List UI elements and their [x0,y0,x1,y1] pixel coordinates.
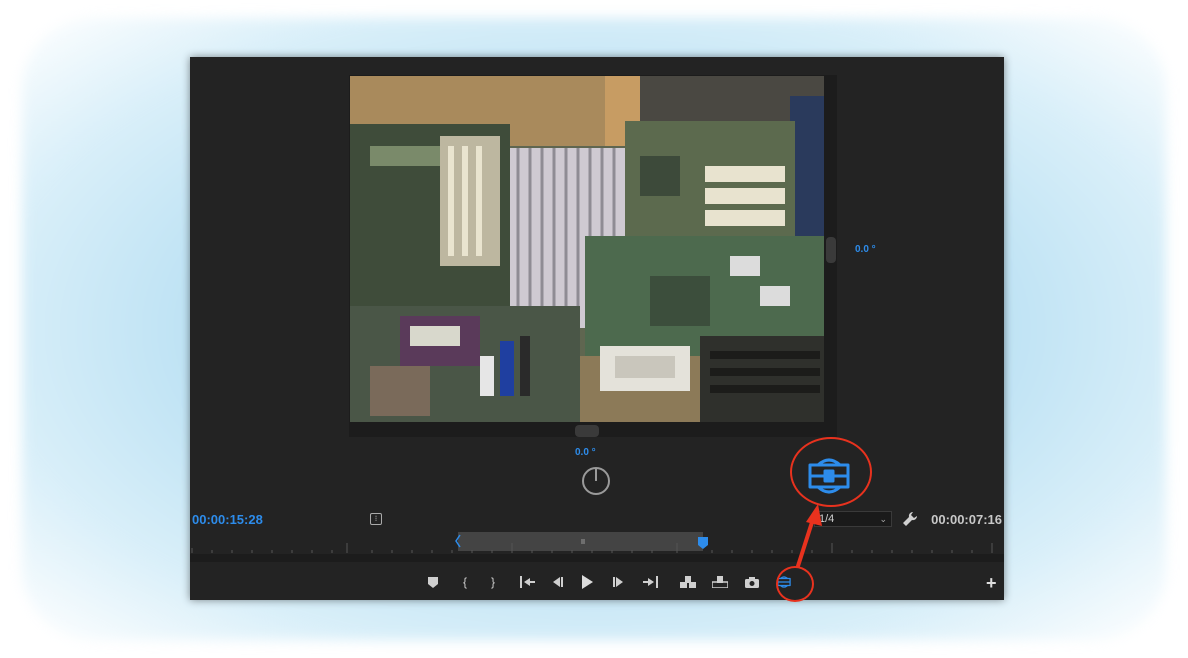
go-to-in-button[interactable] [515,572,541,592]
play-button[interactable] [577,572,597,592]
step-forward-icon [613,577,623,587]
marker-icon [428,576,438,588]
mark-out-button[interactable]: } [483,572,503,592]
duration-timecode: 00:00:07:16 [931,512,1002,527]
export-frame-button[interactable] [742,572,762,592]
rotation-dial[interactable] [582,467,610,495]
horizontal-angle-readout: 0.0 ° [575,447,596,458]
go-to-in-icon [520,576,535,588]
step-forward-button[interactable] [609,572,629,592]
horizontal-pan-handle[interactable] [826,237,836,263]
step-back-icon [553,577,563,587]
camera-icon [745,576,759,588]
scrub-track[interactable] [190,554,1004,562]
video-preview-image [350,76,824,422]
go-to-out-button[interactable] [637,572,663,592]
overwrite-icon [712,576,728,588]
settings-icon: ⁝ [374,514,378,523]
insert-button[interactable] [678,572,698,592]
mark-out-icon: } [490,575,495,589]
zoom-range-bar [458,532,703,551]
chevron-down-icon: ⌄ [879,514,887,524]
step-back-button[interactable] [547,572,567,592]
vertical-pan-handle[interactable] [575,425,599,437]
go-to-out-icon [643,576,658,588]
mark-in-button[interactable]: { [455,572,475,592]
program-monitor-panel: 0.0 ° 0.0 ° 00:00:15:28 ⁝ 1/4 ⌄ 00:00:07… [190,57,1004,600]
callout-circle-small [776,566,814,602]
mark-in-icon: { [462,575,467,589]
video-frame [350,76,824,422]
callout-arrow [796,504,822,568]
play-icon [582,575,593,589]
wrench-icon[interactable] [902,511,918,527]
button-editor-button[interactable]: + [986,573,997,594]
settings-button[interactable]: ⁝ [370,513,382,525]
overwrite-button[interactable] [710,572,730,592]
current-timecode[interactable]: 00:00:15:28 [192,512,263,527]
vertical-angle-readout: 0.0 ° [855,244,876,255]
insert-icon [680,576,696,588]
callout-circle-large [790,437,872,507]
add-marker-button[interactable] [423,572,443,592]
plus-icon: + [986,573,997,593]
